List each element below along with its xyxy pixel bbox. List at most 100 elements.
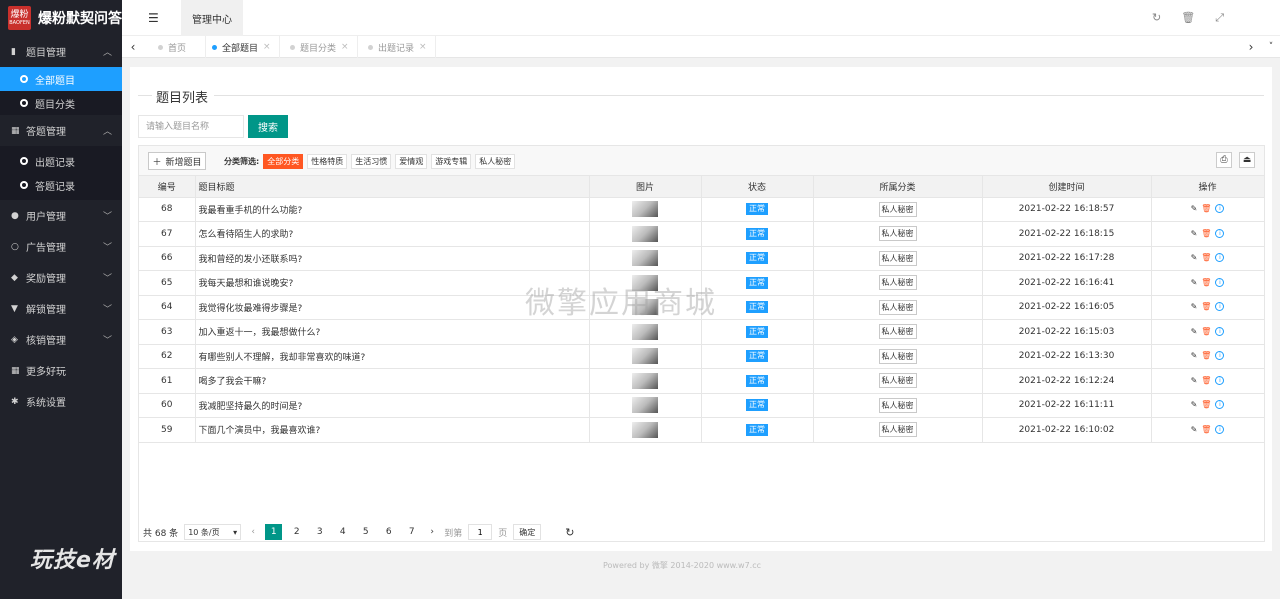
edit-icon[interactable]: ✎ bbox=[1191, 327, 1198, 336]
info-icon[interactable]: i bbox=[1215, 277, 1225, 287]
edit-icon[interactable]: ✎ bbox=[1191, 425, 1198, 434]
sidebar-group-unlock[interactable]: ▼ 解锁管理 ﹀ bbox=[0, 293, 122, 324]
question-thumbnail[interactable] bbox=[632, 225, 658, 242]
info-icon[interactable]: i bbox=[1215, 351, 1225, 361]
logo[interactable]: 爆粉 BAOFEN 爆粉默契问答 bbox=[0, 0, 122, 36]
export-icon[interactable]: ⏏ bbox=[1239, 152, 1255, 168]
sidebar-group-answer-mgmt[interactable]: ▦ 答题管理 ︿ bbox=[0, 115, 122, 146]
sidebar-group-ads[interactable]: ○ 广告管理 ﹀ bbox=[0, 231, 122, 262]
page-size-select[interactable]: 10 条/页 bbox=[184, 524, 242, 540]
delete-icon[interactable]: 🗑 bbox=[1201, 229, 1211, 238]
sidebar-group-rewards[interactable]: ◆ 奖励管理 ﹀ bbox=[0, 262, 122, 293]
add-question-button[interactable]: ＋ 新增题目 bbox=[148, 152, 206, 170]
question-thumbnail[interactable] bbox=[632, 274, 658, 291]
question-thumbnail[interactable] bbox=[632, 201, 658, 218]
sidebar-item-question-category[interactable]: 题目分类 bbox=[0, 91, 122, 115]
tab-menu-chevron-icon[interactable]: ˅ bbox=[1262, 36, 1280, 58]
edit-icon[interactable]: ✎ bbox=[1191, 376, 1198, 385]
goto-confirm-button[interactable]: 确定 bbox=[513, 524, 542, 540]
edit-icon[interactable]: ✎ bbox=[1191, 229, 1198, 238]
edit-icon[interactable]: ✎ bbox=[1191, 253, 1198, 262]
edit-icon[interactable]: ✎ bbox=[1191, 204, 1198, 213]
refresh-icon[interactable]: ↻ bbox=[565, 526, 574, 539]
delete-icon[interactable]: 🗑 bbox=[1201, 351, 1211, 360]
delete-icon[interactable]: 🗑 bbox=[1201, 327, 1211, 336]
delete-icon[interactable]: 🗑 bbox=[1201, 204, 1211, 213]
close-icon[interactable]: × bbox=[341, 42, 349, 52]
search-input[interactable] bbox=[138, 115, 244, 138]
col-header-status[interactable]: 状态 bbox=[701, 176, 814, 198]
col-header-id[interactable]: 编号 bbox=[139, 176, 196, 198]
info-icon[interactable]: i bbox=[1215, 204, 1225, 214]
page-number[interactable]: 1 bbox=[265, 524, 283, 540]
edit-icon[interactable]: ✎ bbox=[1191, 400, 1198, 409]
delete-icon[interactable]: 🗑 bbox=[1201, 376, 1211, 385]
delete-icon[interactable]: 🗑 bbox=[1201, 400, 1211, 409]
page-number[interactable]: 5 bbox=[357, 527, 374, 537]
tab-scroll-right-icon[interactable]: › bbox=[1242, 36, 1260, 58]
question-thumbnail[interactable] bbox=[632, 372, 658, 389]
edit-icon[interactable]: ✎ bbox=[1191, 302, 1198, 311]
page-number[interactable]: 6 bbox=[380, 527, 397, 537]
sidebar-group-more[interactable]: ▦ 更多好玩 bbox=[0, 355, 122, 386]
col-header-title[interactable]: 题目标题 bbox=[195, 176, 590, 198]
delete-icon[interactable]: 🗑 bbox=[1201, 278, 1211, 287]
trash-icon[interactable]: 🗑 bbox=[1181, 11, 1195, 25]
question-thumbnail[interactable] bbox=[632, 323, 658, 340]
filter-chip-personality[interactable]: 性格特质 bbox=[307, 154, 348, 169]
col-header-created[interactable]: 创建时间 bbox=[982, 176, 1152, 198]
page-number[interactable]: 2 bbox=[288, 527, 305, 537]
hamburger-icon[interactable]: ☰ bbox=[148, 11, 159, 25]
info-icon[interactable]: i bbox=[1215, 253, 1225, 263]
info-icon[interactable]: i bbox=[1215, 375, 1225, 385]
edit-icon[interactable]: ✎ bbox=[1191, 278, 1198, 287]
sidebar-item-answer-records[interactable]: 答题记录 bbox=[0, 173, 122, 197]
sidebar-group-verify[interactable]: ◈ 核销管理 ﹀ bbox=[0, 324, 122, 355]
prev-page-icon[interactable]: ‹ bbox=[247, 527, 259, 537]
col-header-actions[interactable]: 操作 bbox=[1151, 176, 1265, 198]
sidebar-item-question-records[interactable]: 出题记录 bbox=[0, 149, 122, 173]
question-thumbnail[interactable] bbox=[632, 348, 658, 365]
tab-home[interactable]: 首页 bbox=[148, 36, 206, 58]
question-thumbnail[interactable] bbox=[632, 397, 658, 414]
page-number[interactable]: 4 bbox=[334, 527, 351, 537]
info-icon[interactable]: i bbox=[1215, 228, 1225, 238]
goto-page-input[interactable] bbox=[468, 524, 493, 540]
filter-chip-games[interactable]: 游戏专辑 bbox=[431, 154, 472, 169]
refresh-icon[interactable]: ↻ bbox=[1152, 11, 1161, 25]
search-button[interactable]: 搜索 bbox=[248, 115, 288, 138]
delete-icon[interactable]: 🗑 bbox=[1201, 253, 1211, 262]
next-page-icon[interactable]: › bbox=[426, 527, 438, 537]
question-thumbnail[interactable] bbox=[632, 299, 658, 316]
delete-icon[interactable]: 🗑 bbox=[1201, 425, 1211, 434]
delete-icon[interactable]: 🗑 bbox=[1201, 302, 1211, 311]
page-number[interactable]: 7 bbox=[403, 527, 420, 537]
info-icon[interactable]: i bbox=[1215, 326, 1225, 336]
fullscreen-icon[interactable]: ⤢ bbox=[1215, 11, 1224, 25]
col-header-category[interactable]: 所属分类 bbox=[813, 176, 983, 198]
tab-question-records[interactable]: 出题记录 × bbox=[358, 36, 436, 58]
edit-icon[interactable]: ✎ bbox=[1191, 351, 1198, 360]
print-icon[interactable]: ⎙ bbox=[1216, 152, 1232, 168]
close-icon[interactable]: × bbox=[263, 42, 271, 52]
page-number[interactable]: 3 bbox=[311, 527, 328, 537]
sidebar-item-all-questions[interactable]: 全部题目 bbox=[0, 67, 122, 91]
col-header-image[interactable]: 图片 bbox=[589, 176, 702, 198]
filter-chip-love[interactable]: 爱情观 bbox=[395, 154, 428, 169]
filter-chip-all[interactable]: 全部分类 bbox=[263, 154, 304, 169]
info-icon[interactable]: i bbox=[1215, 302, 1225, 312]
header-tab-admin-center[interactable]: 管理中心 bbox=[181, 0, 243, 36]
info-icon[interactable]: i bbox=[1215, 424, 1225, 434]
question-thumbnail[interactable] bbox=[632, 421, 658, 438]
filter-chip-habits[interactable]: 生活习惯 bbox=[351, 154, 392, 169]
sidebar-group-users[interactable]: ● 用户管理 ﹀ bbox=[0, 200, 122, 231]
question-thumbnail[interactable] bbox=[632, 250, 658, 267]
info-icon[interactable]: i bbox=[1215, 400, 1225, 410]
sidebar-group-question-mgmt[interactable]: ▮ 题目管理 ︿ bbox=[0, 36, 122, 67]
close-icon[interactable]: × bbox=[419, 42, 427, 52]
tab-scroll-left-icon[interactable]: ‹ bbox=[124, 36, 142, 58]
tab-all-questions[interactable]: 全部题目 × bbox=[202, 36, 280, 58]
sidebar-group-settings[interactable]: ✱ 系统设置 bbox=[0, 386, 122, 417]
tab-question-category[interactable]: 题目分类 × bbox=[280, 36, 358, 58]
filter-chip-secrets[interactable]: 私人秘密 bbox=[475, 154, 516, 169]
